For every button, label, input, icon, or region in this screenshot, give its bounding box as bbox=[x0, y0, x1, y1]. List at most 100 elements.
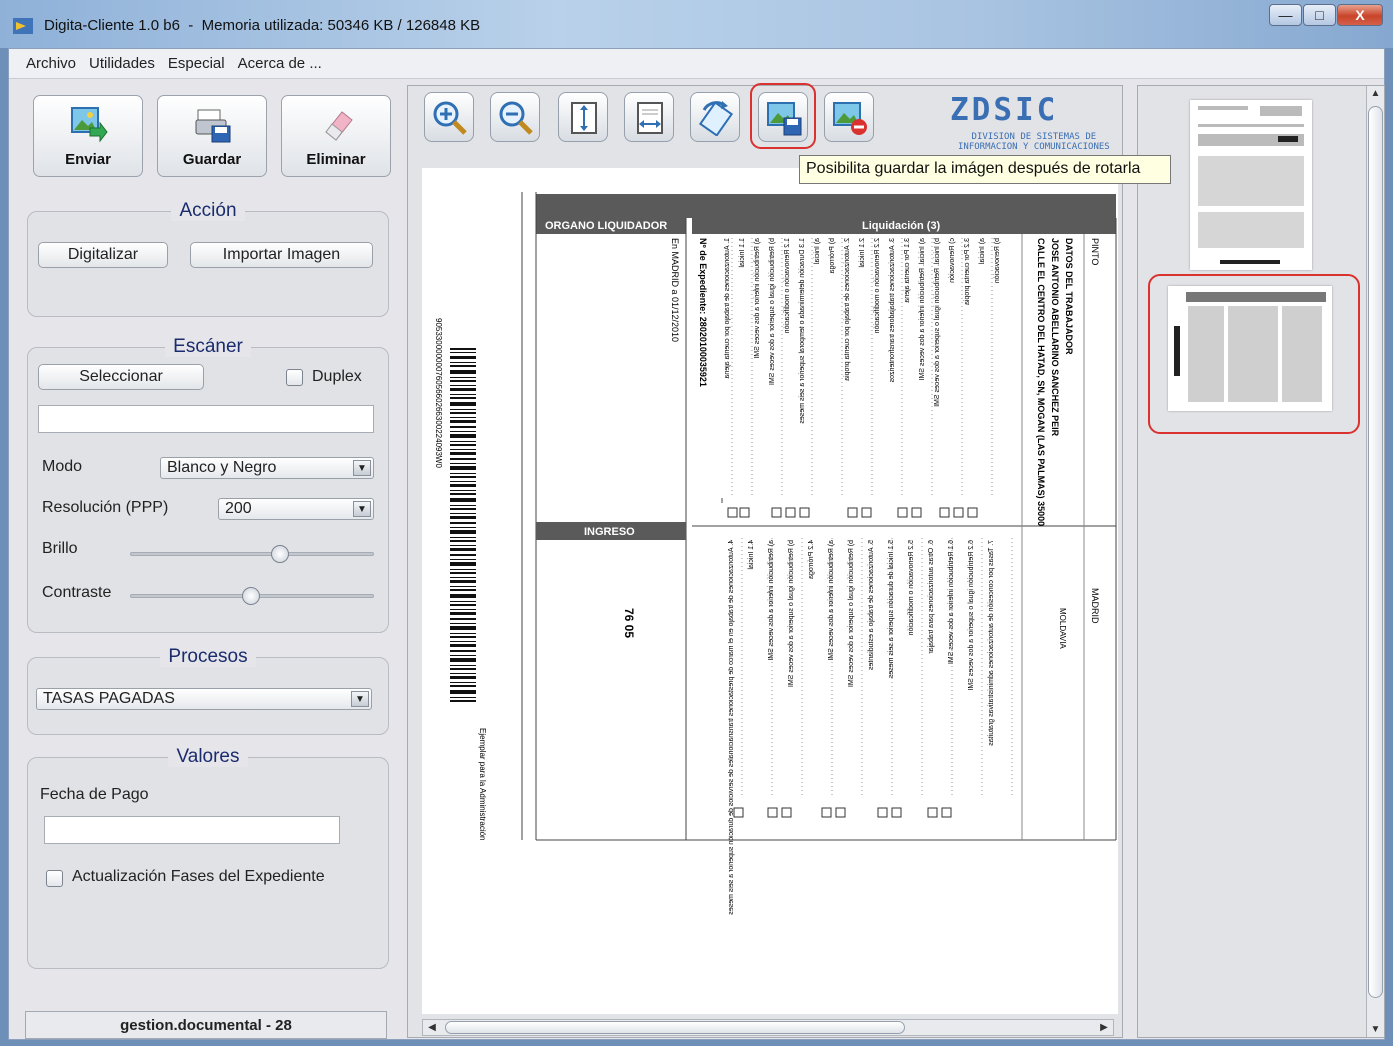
process-select[interactable]: TASAS PAGADAS ▼ bbox=[36, 688, 372, 710]
document-viewer: ZDSIC DIVISION DE SISTEMAS DE INFORMACION… bbox=[407, 83, 1171, 1038]
menu-utilidades[interactable]: Utilidades bbox=[86, 53, 158, 74]
left-panel: Enviar Guardar Eliminar Acción Digitaliz… bbox=[23, 87, 391, 1039]
page-thumbnail-1[interactable] bbox=[1190, 100, 1312, 270]
worker-heading: DATOS DEL TRABAJADOR bbox=[1064, 238, 1074, 355]
maximize-button[interactable]: □ bbox=[1303, 4, 1336, 26]
page-thumbnail-2[interactable] bbox=[1168, 286, 1332, 411]
place-date: En MADRID a 01/12/2010 bbox=[670, 238, 680, 343]
duplex-checkbox[interactable] bbox=[286, 369, 303, 386]
worker-name: JOSE ANTONIO ABELLARINO SANCHEZ PEIR bbox=[1050, 238, 1060, 437]
contrast-slider-handle[interactable] bbox=[241, 587, 260, 605]
delete-button[interactable]: Eliminar bbox=[281, 95, 391, 177]
scroll-up-icon[interactable]: ▲ bbox=[1367, 88, 1384, 99]
duplex-label: Duplex bbox=[312, 368, 362, 385]
zoom-out-icon bbox=[499, 101, 533, 135]
tax-extra-line: 6.1 Retribución inferior a dos veces SMI bbox=[948, 540, 955, 665]
thumbnail-image-rotated bbox=[1174, 292, 1326, 402]
procesos-group: Procesos TASAS PAGADAS ▼ bbox=[27, 646, 389, 735]
tax-line: 1.3 Duración determinada o temporal supe… bbox=[799, 238, 806, 424]
scanner-group: Escáner Seleccionar Duplex Modo Blanco y… bbox=[27, 336, 389, 633]
import-image-button[interactable]: Importar Imagen bbox=[190, 242, 373, 268]
thumbnail-image bbox=[1198, 106, 1304, 264]
scanner-title: Escáner bbox=[165, 336, 251, 357]
status-bar: gestion.documental - 28 bbox=[25, 1011, 387, 1039]
tax-extra-line: 5.2 Renovación o modificación bbox=[908, 540, 915, 636]
vertical-scrollbar[interactable]: ▲ ▼ bbox=[1366, 86, 1384, 1037]
update-phases-checkbox[interactable] bbox=[46, 870, 63, 887]
fit-width-button[interactable] bbox=[624, 92, 674, 142]
provincia-value: MADRID bbox=[1090, 588, 1100, 624]
brightness-slider[interactable] bbox=[130, 545, 374, 563]
digitize-button[interactable]: Digitalizar bbox=[38, 242, 168, 268]
menu-acerca-de[interactable]: Acerca de ... bbox=[235, 53, 325, 74]
scanner-device-field[interactable] bbox=[38, 405, 374, 433]
scanned-document: ORGANO LIQUIDADOR Liquidación (3) INGRES… bbox=[422, 168, 1118, 1014]
chevron-down-icon: ▼ bbox=[351, 691, 369, 707]
minimize-button[interactable]: — bbox=[1269, 4, 1302, 26]
tax-extra-line: a) Retribución inferior a dos veces SMI bbox=[768, 540, 775, 661]
contrast-slider[interactable] bbox=[130, 587, 374, 605]
horizontal-scroll-thumb[interactable] bbox=[445, 1021, 905, 1034]
brightness-slider-handle[interactable] bbox=[271, 545, 290, 563]
tax-line: 1. Autorizaciones de trabajo por cuenta … bbox=[724, 238, 731, 379]
tax-lines-left: 1. Autorizaciones de trabajo por cuenta … bbox=[720, 238, 1005, 502]
process-value: TASAS PAGADAS bbox=[43, 690, 175, 707]
tax-line: 2.2 Renovación o modificación bbox=[874, 238, 881, 334]
tax-line: 2. Autorizaciones de trabajo por cuenta … bbox=[844, 238, 851, 381]
tax-extra-line: 6. Otras autorizaciones para trabajar bbox=[928, 540, 935, 654]
save-tooltip: Posibilita guardar la imágen después de … bbox=[799, 155, 1171, 184]
dsic-logo: ZDSIC DIVISION DE SISTEMAS DE INFORMACION… bbox=[942, 92, 1112, 152]
payment-date-field[interactable] bbox=[44, 816, 340, 844]
window-title: Digita-Cliente 1.0 b6 - Memoria utilizad… bbox=[44, 17, 481, 34]
title-bar: Digita-Cliente 1.0 b6 - Memoria utilizad… bbox=[0, 0, 1393, 48]
remove-image-button[interactable] bbox=[824, 92, 874, 142]
valores-group: Valores Fecha de Pago Actualización Fase… bbox=[27, 746, 389, 969]
logo-subtitle: DIVISION DE SISTEMAS DE INFORMACION Y COM… bbox=[958, 132, 1110, 152]
tax-line: a) Inicial. Retribución inferior a dos v… bbox=[919, 238, 926, 381]
select-scanner-button[interactable]: Seleccionar bbox=[38, 364, 204, 390]
mode-value: Blanco y Negro bbox=[167, 459, 277, 476]
resolution-select[interactable]: 200 ▼ bbox=[218, 498, 374, 520]
zoom-out-button[interactable] bbox=[490, 92, 540, 142]
liquidacion-heading: Liquidación (3) bbox=[862, 220, 941, 232]
importe-value: 76 05 bbox=[622, 608, 636, 639]
resolution-value: 200 bbox=[225, 500, 252, 517]
tax-extra-line: a) Retribución inferior a dos veces SMI bbox=[828, 540, 835, 661]
menu-archivo[interactable]: Archivo bbox=[23, 53, 79, 74]
send-button[interactable]: Enviar bbox=[33, 95, 143, 177]
scroll-down-icon[interactable]: ▼ bbox=[1367, 1024, 1384, 1035]
tax-extra-line: 4.1 Inicial bbox=[748, 540, 755, 570]
expediente-number: Nº de Expediente: 28020100035921 bbox=[698, 238, 708, 387]
mode-select[interactable]: Blanco y Negro ▼ bbox=[160, 457, 374, 479]
zoom-in-button[interactable] bbox=[424, 92, 474, 142]
app-icon bbox=[13, 18, 33, 34]
menu-especial[interactable]: Especial bbox=[165, 53, 228, 74]
tax-line: c) Renovación bbox=[949, 238, 956, 283]
rotate-icon bbox=[698, 101, 734, 136]
tax-extra-line: 4.2 Prórroga bbox=[808, 540, 815, 579]
horizontal-scrollbar[interactable]: ◀ ▶ bbox=[422, 1019, 1114, 1036]
vertical-scroll-thumb[interactable] bbox=[1368, 106, 1383, 998]
close-button[interactable]: X bbox=[1337, 4, 1383, 26]
organ-heading: ORGANO LIQUIDADOR bbox=[545, 220, 668, 232]
window-controls: — □ X bbox=[1268, 4, 1383, 34]
save-button[interactable]: Guardar bbox=[157, 95, 267, 177]
tax-extra-line: 7. Tasas por concesión de autorizaciones… bbox=[988, 540, 995, 746]
nacionalidad-value: MOLDAVIA bbox=[1058, 608, 1067, 649]
contrast-label: Contraste bbox=[42, 584, 112, 601]
valores-title: Valores bbox=[168, 746, 248, 767]
tax-line: a) Inicial bbox=[814, 238, 821, 265]
tax-extra-line: b) Retribución igual o superior a dos ve… bbox=[788, 540, 795, 688]
procesos-title: Procesos bbox=[160, 646, 256, 667]
rotate-button[interactable] bbox=[690, 92, 740, 142]
window-body: Archivo Utilidades Especial Acerca de ..… bbox=[8, 48, 1385, 1040]
zoom-in-icon bbox=[433, 101, 467, 135]
tax-line: b) Prórroga bbox=[829, 238, 836, 274]
brightness-label: Brillo bbox=[42, 540, 78, 557]
scroll-right-icon[interactable]: ▶ bbox=[1095, 1020, 1113, 1035]
scanner-save-icon bbox=[195, 109, 231, 143]
tax-extra-line: 6.2 Retribución igual o superior a dos v… bbox=[968, 540, 975, 691]
fit-page-button[interactable] bbox=[558, 92, 608, 142]
tax-line: a) Retribución inferior a dos veces SMI bbox=[754, 238, 761, 359]
scroll-left-icon[interactable]: ◀ bbox=[423, 1020, 441, 1035]
